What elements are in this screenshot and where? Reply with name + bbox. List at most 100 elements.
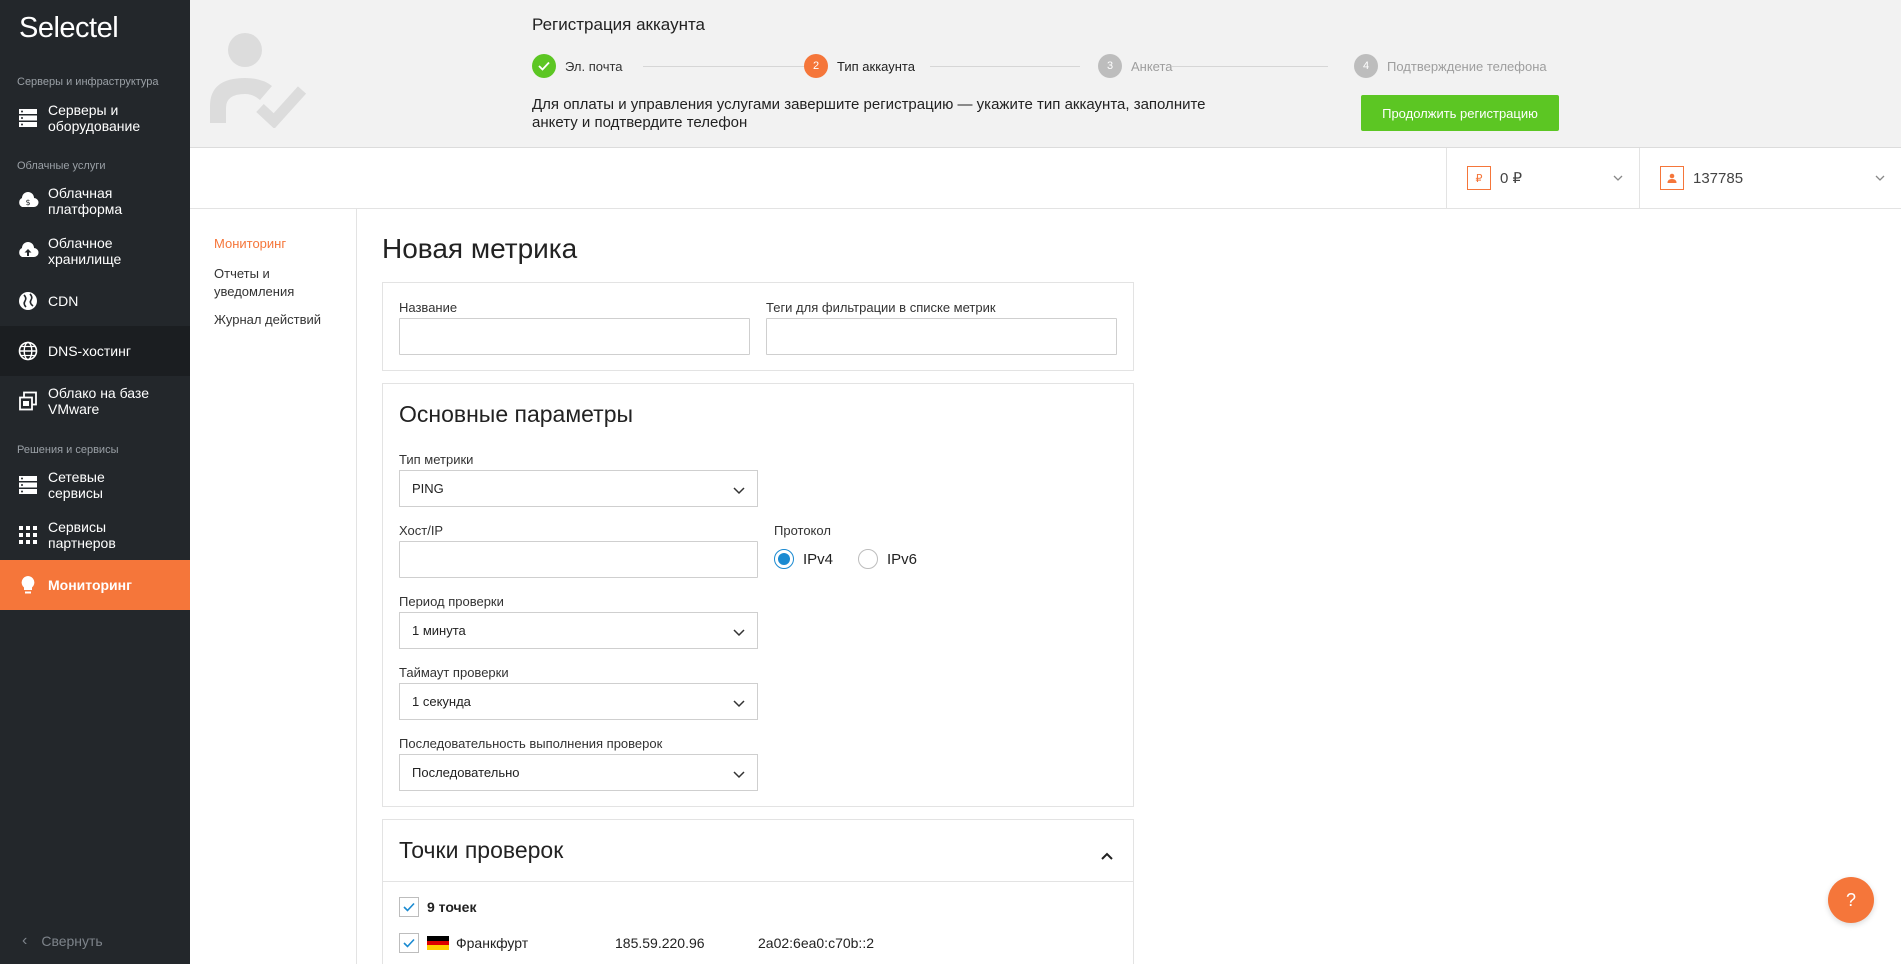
ipv4-label: IPv4 (803, 550, 834, 568)
registration-description: Для оплаты и управления услугами заверши… (532, 96, 1206, 131)
sidebar-item-vmware[interactable]: Облако на базе VMware (0, 376, 190, 426)
step-number: 2 (804, 54, 828, 78)
sidebar-item-label: Серверы и оборудование (48, 102, 141, 134)
point-checkbox[interactable] (399, 933, 419, 953)
metric-type-value: PING (412, 481, 444, 496)
balance-value: 0 ₽ (1500, 170, 1523, 187)
registration-steps: Эл. почта 2 Тип аккаунта 3 Анкета 4 Подт… (532, 54, 1562, 80)
timeout-value: 1 секунда (412, 694, 471, 709)
chevron-down-icon (733, 483, 745, 498)
metric-type-label: Тип метрики (399, 452, 474, 467)
sidebar-item-network-services[interactable]: Сетевые сервисы (0, 460, 190, 510)
name-label: Название (399, 300, 458, 315)
point-city: Франкфурт (456, 935, 529, 951)
host-input[interactable] (399, 541, 758, 578)
globe-icon (16, 339, 40, 363)
sidebar-item-cloud-storage[interactable]: Облачное хранилище (0, 226, 190, 276)
step-connector (643, 66, 820, 67)
radio-unselected (858, 549, 878, 569)
ruble-icon: ₽ (1467, 166, 1491, 190)
period-select[interactable]: 1 минута (399, 612, 758, 649)
tags-input[interactable] (766, 318, 1117, 355)
chevron-down-icon (1613, 168, 1623, 186)
tags-label: Теги для фильтрации в списке метрик (766, 300, 996, 315)
period-label: Период проверки (399, 594, 504, 609)
globe-icon (16, 289, 40, 313)
sidebar-item-label: Сетевые сервисы (48, 469, 105, 501)
divider (383, 881, 1133, 882)
step-number: 3 (1098, 54, 1122, 78)
selectel-logo[interactable]: Selectel (19, 12, 119, 45)
step-account-type: 2 Тип аккаунта (804, 54, 915, 78)
continue-registration-button[interactable]: Продолжить регистрацию (1361, 95, 1559, 131)
subnav-monitoring[interactable]: Мониторинг (214, 235, 286, 253)
sidebar-item-servers[interactable]: Серверы и оборудование (0, 93, 190, 143)
step-email: Эл. почта (532, 54, 623, 78)
sequence-label: Последовательность выполнения проверок (399, 736, 663, 751)
subnav-reports[interactable]: Отчеты и уведомления (214, 265, 314, 301)
step-questionnaire: 3 Анкета (1098, 54, 1173, 78)
sequence-value: Последовательно (412, 765, 520, 780)
collapse-label: Свернуть (41, 933, 103, 949)
top-bar: ₽ 0 ₽ 137785 (190, 148, 1901, 209)
help-button[interactable]: ? (1828, 877, 1874, 923)
grid-icon (16, 523, 40, 547)
sidebar: Selectel Серверы и инфраструктура Сервер… (0, 0, 190, 964)
cloud-platform-icon: $ (16, 189, 40, 213)
point-ipv4: 185.59.220.96 (615, 935, 705, 951)
balance-dropdown[interactable]: ₽ 0 ₽ (1446, 148, 1639, 208)
chevron-down-icon (733, 625, 745, 640)
registration-title: Регистрация аккаунта (532, 15, 706, 34)
step-phone: 4 Подтверждение телефона (1354, 54, 1547, 78)
ipv6-label: IPv6 (887, 550, 918, 568)
step-connector (1172, 66, 1328, 67)
sidebar-item-partner-services[interactable]: Сервисы партнеров (0, 510, 190, 560)
sidebar-item-label: Облако на базе VMware (48, 385, 149, 417)
step-label: Подтверждение телефона (1387, 58, 1547, 74)
sidebar-item-cloud-platform[interactable]: $ Облачная платформа (0, 176, 190, 226)
collapse-sidebar-button[interactable]: ‹ Свернуть (22, 932, 103, 950)
name-input[interactable] (399, 318, 750, 355)
check-points-title: Точки проверок (399, 837, 564, 863)
svg-text:$: $ (25, 198, 30, 207)
timeout-label: Таймаут проверки (399, 665, 509, 680)
protocol-label: Протокол (774, 523, 831, 538)
chevron-up-icon[interactable] (1101, 847, 1113, 865)
all-points-checkbox[interactable] (399, 897, 419, 917)
step-label: Эл. почта (565, 58, 623, 74)
user-icon (1660, 166, 1684, 190)
metric-type-select[interactable]: PING (399, 470, 758, 507)
sidebar-item-label: Облачное хранилище (48, 235, 122, 267)
chevron-down-icon (1875, 168, 1885, 186)
host-label: Хост/IP (399, 523, 444, 538)
subnav-action-log[interactable]: Журнал действий (214, 311, 321, 329)
chevron-left-icon: ‹ (22, 932, 28, 949)
ipv4-radio[interactable]: IPv4 (774, 549, 833, 569)
basic-params-card: Основные параметры Тип метрики PING Хост… (382, 383, 1134, 807)
account-dropdown[interactable]: 137785 (1639, 148, 1901, 208)
step-number: 4 (1354, 54, 1378, 78)
sidebar-item-monitoring[interactable]: Мониторинг (0, 560, 190, 610)
sidebar-item-dns-hosting[interactable]: DNS-хостинг (0, 326, 190, 376)
sidebar-item-label: CDN (48, 293, 79, 309)
period-value: 1 минута (412, 623, 466, 638)
monitoring-subnav: Мониторинг Отчеты и уведомления Журнал д… (190, 209, 357, 964)
sidebar-item-label: Мониторинг (48, 577, 132, 593)
check-icon (532, 54, 556, 78)
ipv6-radio[interactable]: IPv6 (858, 549, 917, 569)
servers-icon (16, 473, 40, 497)
page-title: Новая метрика (382, 233, 578, 264)
all-points-label: 9 точек (427, 899, 477, 915)
cloud-upload-icon (16, 239, 40, 263)
sidebar-item-label: DNS-хостинг (48, 343, 131, 359)
check-points-card: Точки проверок 9 точек Франкфурт 185.59.… (382, 819, 1134, 964)
step-label: Тип аккаунта (837, 58, 915, 74)
timeout-select[interactable]: 1 секунда (399, 683, 758, 720)
chevron-down-icon (733, 696, 745, 711)
sidebar-item-cdn[interactable]: CDN (0, 276, 190, 326)
vmware-icon (16, 389, 40, 413)
user-check-illustration (190, 18, 320, 129)
sequence-select[interactable]: Последовательно (399, 754, 758, 791)
name-card: Название Теги для фильтрации в списке ме… (382, 282, 1134, 371)
radio-selected (774, 549, 794, 569)
